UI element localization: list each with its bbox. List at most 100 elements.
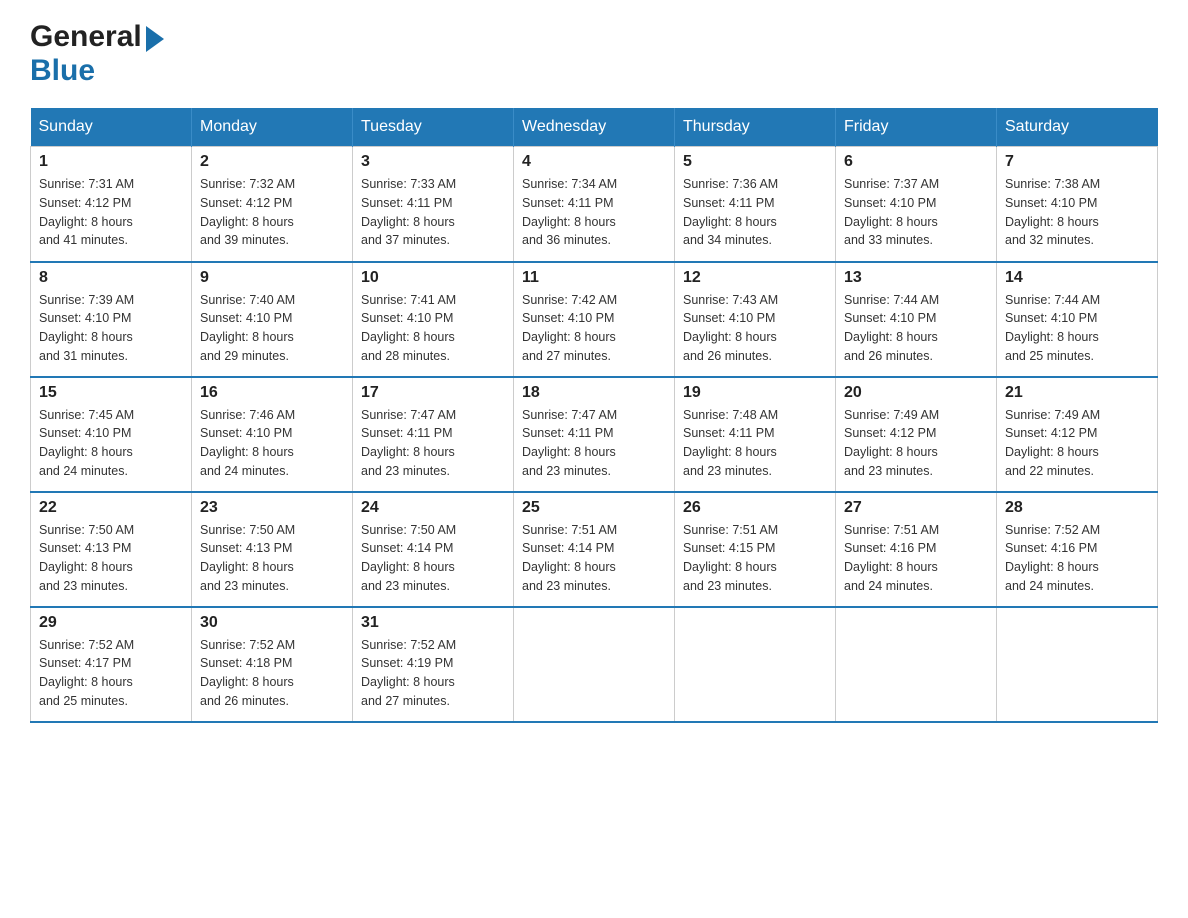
day-info: Sunrise: 7:34 AMSunset: 4:11 PMDaylight:… [522,177,617,247]
day-number: 10 [361,269,505,287]
day-cell: 21 Sunrise: 7:49 AMSunset: 4:12 PMDaylig… [997,377,1158,492]
day-cell: 28 Sunrise: 7:52 AMSunset: 4:16 PMDaylig… [997,492,1158,607]
day-info: Sunrise: 7:52 AMSunset: 4:18 PMDaylight:… [200,638,295,708]
day-number: 6 [844,153,988,171]
day-number: 11 [522,269,666,287]
day-info: Sunrise: 7:37 AMSunset: 4:10 PMDaylight:… [844,177,939,247]
day-number: 18 [522,384,666,402]
day-number: 25 [522,499,666,517]
day-cell: 16 Sunrise: 7:46 AMSunset: 4:10 PMDaylig… [192,377,353,492]
day-cell: 19 Sunrise: 7:48 AMSunset: 4:11 PMDaylig… [675,377,836,492]
day-number: 13 [844,269,988,287]
day-info: Sunrise: 7:41 AMSunset: 4:10 PMDaylight:… [361,293,456,363]
day-info: Sunrise: 7:49 AMSunset: 4:12 PMDaylight:… [1005,408,1100,478]
day-info: Sunrise: 7:52 AMSunset: 4:17 PMDaylight:… [39,638,134,708]
day-cell: 7 Sunrise: 7:38 AMSunset: 4:10 PMDayligh… [997,147,1158,262]
day-number: 23 [200,499,344,517]
day-cell [514,607,675,722]
day-info: Sunrise: 7:47 AMSunset: 4:11 PMDaylight:… [522,408,617,478]
day-info: Sunrise: 7:52 AMSunset: 4:16 PMDaylight:… [1005,523,1100,593]
day-cell: 25 Sunrise: 7:51 AMSunset: 4:14 PMDaylig… [514,492,675,607]
day-number: 5 [683,153,827,171]
day-number: 24 [361,499,505,517]
day-number: 21 [1005,384,1149,402]
day-number: 7 [1005,153,1149,171]
header-row: SundayMondayTuesdayWednesdayThursdayFrid… [31,108,1158,147]
day-cell: 22 Sunrise: 7:50 AMSunset: 4:13 PMDaylig… [31,492,192,607]
col-header-tuesday: Tuesday [353,108,514,147]
day-cell: 9 Sunrise: 7:40 AMSunset: 4:10 PMDayligh… [192,262,353,377]
day-info: Sunrise: 7:50 AMSunset: 4:14 PMDaylight:… [361,523,456,593]
week-row-5: 29 Sunrise: 7:52 AMSunset: 4:17 PMDaylig… [31,607,1158,722]
col-header-monday: Monday [192,108,353,147]
day-number: 30 [200,614,344,632]
col-header-sunday: Sunday [31,108,192,147]
day-info: Sunrise: 7:36 AMSunset: 4:11 PMDaylight:… [683,177,778,247]
logo-arrow-icon [146,26,164,52]
day-info: Sunrise: 7:50 AMSunset: 4:13 PMDaylight:… [39,523,134,593]
day-number: 29 [39,614,183,632]
day-cell: 10 Sunrise: 7:41 AMSunset: 4:10 PMDaylig… [353,262,514,377]
calendar-table: SundayMondayTuesdayWednesdayThursdayFrid… [30,108,1158,723]
day-cell: 11 Sunrise: 7:42 AMSunset: 4:10 PMDaylig… [514,262,675,377]
day-cell [836,607,997,722]
col-header-wednesday: Wednesday [514,108,675,147]
day-cell: 15 Sunrise: 7:45 AMSunset: 4:10 PMDaylig… [31,377,192,492]
day-cell [997,607,1158,722]
week-row-3: 15 Sunrise: 7:45 AMSunset: 4:10 PMDaylig… [31,377,1158,492]
day-number: 14 [1005,269,1149,287]
day-number: 20 [844,384,988,402]
day-info: Sunrise: 7:47 AMSunset: 4:11 PMDaylight:… [361,408,456,478]
logo: General Blue [30,20,164,88]
day-number: 4 [522,153,666,171]
day-cell: 3 Sunrise: 7:33 AMSunset: 4:11 PMDayligh… [353,147,514,262]
day-info: Sunrise: 7:38 AMSunset: 4:10 PMDaylight:… [1005,177,1100,247]
day-cell [675,607,836,722]
day-cell: 5 Sunrise: 7:36 AMSunset: 4:11 PMDayligh… [675,147,836,262]
page-header: General Blue [30,20,1158,88]
day-number: 16 [200,384,344,402]
day-info: Sunrise: 7:43 AMSunset: 4:10 PMDaylight:… [683,293,778,363]
day-cell: 17 Sunrise: 7:47 AMSunset: 4:11 PMDaylig… [353,377,514,492]
day-info: Sunrise: 7:45 AMSunset: 4:10 PMDaylight:… [39,408,134,478]
logo-general-text: General [30,20,142,54]
day-info: Sunrise: 7:42 AMSunset: 4:10 PMDaylight:… [522,293,617,363]
day-number: 3 [361,153,505,171]
col-header-friday: Friday [836,108,997,147]
day-info: Sunrise: 7:52 AMSunset: 4:19 PMDaylight:… [361,638,456,708]
day-info: Sunrise: 7:49 AMSunset: 4:12 PMDaylight:… [844,408,939,478]
day-cell: 4 Sunrise: 7:34 AMSunset: 4:11 PMDayligh… [514,147,675,262]
day-info: Sunrise: 7:33 AMSunset: 4:11 PMDaylight:… [361,177,456,247]
day-cell: 24 Sunrise: 7:50 AMSunset: 4:14 PMDaylig… [353,492,514,607]
day-cell: 29 Sunrise: 7:52 AMSunset: 4:17 PMDaylig… [31,607,192,722]
day-cell: 6 Sunrise: 7:37 AMSunset: 4:10 PMDayligh… [836,147,997,262]
day-cell: 23 Sunrise: 7:50 AMSunset: 4:13 PMDaylig… [192,492,353,607]
week-row-2: 8 Sunrise: 7:39 AMSunset: 4:10 PMDayligh… [31,262,1158,377]
day-info: Sunrise: 7:46 AMSunset: 4:10 PMDaylight:… [200,408,295,478]
day-cell: 2 Sunrise: 7:32 AMSunset: 4:12 PMDayligh… [192,147,353,262]
day-number: 2 [200,153,344,171]
day-info: Sunrise: 7:31 AMSunset: 4:12 PMDaylight:… [39,177,134,247]
day-cell: 18 Sunrise: 7:47 AMSunset: 4:11 PMDaylig… [514,377,675,492]
logo-blue-text: Blue [30,54,95,87]
day-info: Sunrise: 7:48 AMSunset: 4:11 PMDaylight:… [683,408,778,478]
day-number: 27 [844,499,988,517]
day-info: Sunrise: 7:50 AMSunset: 4:13 PMDaylight:… [200,523,295,593]
day-number: 31 [361,614,505,632]
day-info: Sunrise: 7:44 AMSunset: 4:10 PMDaylight:… [844,293,939,363]
day-info: Sunrise: 7:32 AMSunset: 4:12 PMDaylight:… [200,177,295,247]
week-row-1: 1 Sunrise: 7:31 AMSunset: 4:12 PMDayligh… [31,147,1158,262]
day-number: 19 [683,384,827,402]
day-number: 12 [683,269,827,287]
col-header-saturday: Saturday [997,108,1158,147]
day-number: 28 [1005,499,1149,517]
day-number: 22 [39,499,183,517]
day-cell: 12 Sunrise: 7:43 AMSunset: 4:10 PMDaylig… [675,262,836,377]
day-number: 17 [361,384,505,402]
week-row-4: 22 Sunrise: 7:50 AMSunset: 4:13 PMDaylig… [31,492,1158,607]
day-info: Sunrise: 7:51 AMSunset: 4:15 PMDaylight:… [683,523,778,593]
day-cell: 26 Sunrise: 7:51 AMSunset: 4:15 PMDaylig… [675,492,836,607]
day-info: Sunrise: 7:51 AMSunset: 4:14 PMDaylight:… [522,523,617,593]
day-cell: 30 Sunrise: 7:52 AMSunset: 4:18 PMDaylig… [192,607,353,722]
day-number: 15 [39,384,183,402]
